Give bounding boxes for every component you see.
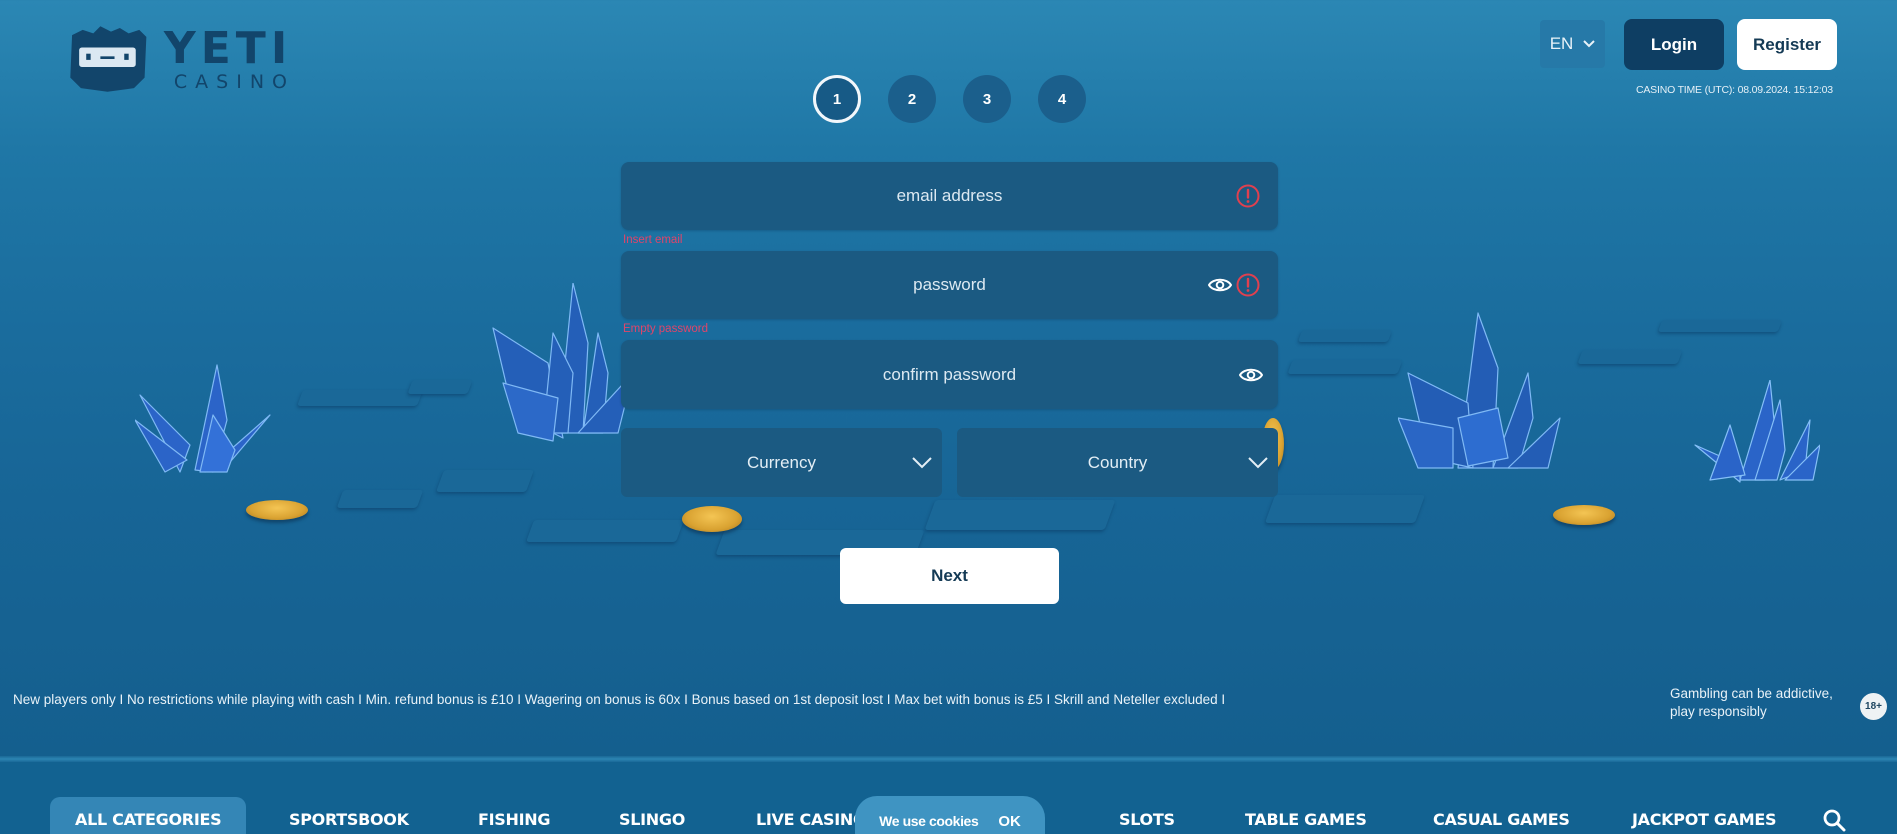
yeti-face-icon: [70, 26, 147, 92]
crystal-left-small: [135, 364, 271, 473]
step-2: 2: [888, 75, 936, 123]
nav-item-slots[interactable]: SLOTS: [1119, 797, 1175, 834]
floor-tile: [336, 490, 424, 508]
cookie-ok-button[interactable]: OK: [998, 813, 1021, 830]
responsible-gambling-text: Gambling can be addictive, play responsi…: [1670, 685, 1833, 721]
eye-icon[interactable]: [1208, 277, 1232, 293]
country-label: Country: [1087, 452, 1148, 472]
nav-item-jackpot-games[interactable]: JACKPOT GAMES: [1632, 797, 1777, 834]
search-icon[interactable]: [1822, 808, 1846, 832]
step-4: 4: [1038, 75, 1086, 123]
next-button[interactable]: Next: [840, 548, 1059, 604]
alert-circle-icon: [1236, 184, 1260, 208]
gambling-line-1: Gambling can be addictive,: [1670, 686, 1833, 701]
confirm-password-field[interactable]: [621, 340, 1278, 409]
nav-item-casual-games[interactable]: CASUAL GAMES: [1433, 797, 1570, 834]
coin: [1553, 505, 1615, 525]
registration-steps: 1 2 3 4: [813, 75, 1086, 123]
nav-item-slingo[interactable]: SLINGO: [619, 797, 685, 834]
cookie-banner: We use cookies OK: [855, 796, 1045, 834]
register-button[interactable]: Register: [1737, 19, 1837, 70]
logo[interactable]: YETI CASINO: [65, 20, 295, 98]
coin: [682, 506, 742, 532]
crystal-right-large: [1398, 312, 1561, 469]
language-label: EN: [1549, 34, 1574, 53]
eye-icon[interactable]: [1239, 367, 1263, 383]
nav-item-table-games[interactable]: TABLE GAMES: [1245, 797, 1367, 834]
nav-item-sportsbook[interactable]: SPORTSBOOK: [289, 797, 409, 834]
floor-tile: [1287, 360, 1403, 374]
floor-tile: [1657, 320, 1783, 332]
floor-tile: [1297, 330, 1393, 342]
crystal-right-small: [1694, 380, 1820, 483]
email-field[interactable]: [621, 162, 1278, 230]
crystal-left-large: [492, 283, 633, 442]
login-button[interactable]: Login: [1624, 19, 1724, 70]
floor-tile: [297, 390, 423, 406]
email-error: Insert email: [623, 234, 683, 246]
chevron-down-icon: [1583, 40, 1596, 48]
confirm-password-field-container: [621, 340, 1278, 409]
age-restriction-badge: 18+: [1860, 693, 1887, 720]
password-error: Empty password: [623, 323, 709, 335]
nav-item-live-casino[interactable]: LIVE CASINO: [756, 797, 867, 834]
floor-tile: [435, 470, 535, 492]
alert-circle-icon: [1236, 273, 1260, 297]
country-select[interactable]: Country: [957, 428, 1278, 497]
coin: [246, 500, 308, 520]
password-field[interactable]: [621, 251, 1278, 319]
floor-tile: [407, 380, 473, 394]
gambling-line-2: play responsibly: [1670, 704, 1767, 719]
chevron-down-icon: [1248, 456, 1268, 468]
nav-item-all-categories[interactable]: ALL CATEGORIES: [50, 797, 247, 834]
casino-time: CASINO TIME (UTC): 08.09.2024. 15:12:03: [1636, 84, 1833, 96]
logo-title: YETI: [163, 22, 293, 74]
currency-select[interactable]: Currency: [621, 428, 942, 497]
floor-tile: [1264, 495, 1426, 523]
email-field-container: [621, 162, 1278, 230]
language-selector[interactable]: EN: [1540, 20, 1605, 68]
nav-item-fishing[interactable]: FISHING: [478, 797, 550, 834]
step-3: 3: [963, 75, 1011, 123]
cookie-text: We use cookies: [879, 813, 979, 829]
currency-label: Currency: [747, 452, 816, 472]
password-field-container: [621, 251, 1278, 319]
floor-tile: [924, 500, 1116, 530]
step-1: 1: [813, 75, 861, 123]
bonus-disclaimer: New players only I No restrictions while…: [13, 692, 1226, 707]
floor-tile: [525, 520, 685, 542]
chevron-down-icon: [912, 456, 932, 468]
logo-subtitle: CASINO: [173, 70, 295, 93]
floor-tile: [1577, 350, 1683, 364]
